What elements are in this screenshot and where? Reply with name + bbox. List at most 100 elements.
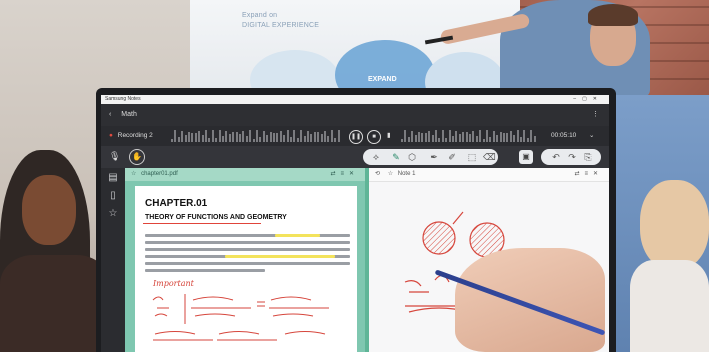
stop-button[interactable]: ■ xyxy=(367,130,381,144)
handwritten-note: Important xyxy=(153,279,194,288)
star-icon[interactable]: ☆ xyxy=(107,208,119,220)
highlighter-icon[interactable]: ✐ xyxy=(447,152,457,162)
pages-icon[interactable]: ▯ xyxy=(107,190,119,202)
pen-icon[interactable]: ✒ xyxy=(429,152,439,162)
section-heading: THEORY OF FUNCTIONS AND GEOMETRY xyxy=(145,214,287,221)
waveform-bar xyxy=(424,133,427,142)
waveform-bar xyxy=(181,130,184,142)
window-title: Samsung Notes xyxy=(105,96,141,102)
shape-icon[interactable]: ⬡ xyxy=(407,152,417,162)
highlight-mark xyxy=(225,255,335,258)
waveform-bar xyxy=(435,130,437,142)
eraser-icon[interactable]: ⌫ xyxy=(483,152,496,162)
waveform-bar xyxy=(330,130,333,142)
waveform-bar xyxy=(184,134,187,142)
waveform-bar xyxy=(455,131,458,142)
pdf-pane-header: ☆ chapter01.pdf ⇄≡✕ xyxy=(125,168,365,181)
hand-tool-icon[interactable]: ✋ xyxy=(129,149,145,165)
waveform-bar xyxy=(431,135,434,142)
window-controls[interactable]: –▢✕ xyxy=(573,95,603,104)
document-icon[interactable]: ▤ xyxy=(107,172,119,184)
waveform-bar xyxy=(293,130,296,142)
waveform-bar xyxy=(452,135,454,142)
note-favorite-icon[interactable]: ☆ xyxy=(388,171,393,177)
pdf-pane: ☆ chapter01.pdf ⇄≡✕ CHAPTER.01 THEORY OF… xyxy=(125,168,365,352)
insert-icon[interactable]: ▣ xyxy=(519,150,533,164)
waveform-bar xyxy=(448,130,451,142)
paragraph-line xyxy=(145,262,350,265)
microphone-icon[interactable]: 🎙 xyxy=(109,151,120,162)
back-icon[interactable]: ‹ xyxy=(109,111,111,118)
pdf-file-name: chapter01.pdf xyxy=(141,171,178,177)
heading-underline xyxy=(143,223,261,224)
favorite-icon[interactable]: ☆ xyxy=(131,171,136,177)
pdf-page: CHAPTER.01 THEORY OF FUNCTIONS AND GEOME… xyxy=(135,186,357,352)
waveform-bar xyxy=(218,130,221,142)
waveform-bar xyxy=(310,134,313,142)
waveform-bar xyxy=(242,130,245,142)
presentation-screen: Expand on DIGITAL EXPERIENCE EXPAND xyxy=(190,0,520,112)
select-area-icon[interactable]: ⬚ xyxy=(467,152,477,162)
expand-label: EXPAND xyxy=(368,76,397,83)
side-rail: ▤ ▯ ☆ xyxy=(101,168,125,352)
waveform-bar xyxy=(300,130,303,142)
waveform-bar xyxy=(249,130,252,142)
waveform-bar xyxy=(235,132,238,142)
waveform-bar xyxy=(503,132,505,142)
waveform-bar xyxy=(458,133,461,142)
waveform-bar xyxy=(526,138,529,142)
waveform-bar xyxy=(177,136,180,142)
chevron-down-icon[interactable]: ⌄ xyxy=(589,126,594,146)
waveform-bar xyxy=(334,138,337,142)
paragraph-line xyxy=(145,248,350,251)
lasso-icon[interactable]: ⟡ xyxy=(371,152,381,162)
redo-icon[interactable]: ↷ xyxy=(567,152,577,162)
waveform-bar xyxy=(307,130,309,142)
more-icon[interactable]: ⋮ xyxy=(592,104,599,126)
save-icon[interactable]: ⎘ xyxy=(583,152,593,162)
selection-pen-icon[interactable]: ✎ xyxy=(391,152,401,162)
recording-bar: ● Recording 2 ❚❚ ■ ▮ 00:05:10 ⌄ xyxy=(101,126,609,146)
bookmark-icon[interactable]: ▮ xyxy=(387,126,391,146)
waveform-bar xyxy=(486,130,488,142)
waveform-bar xyxy=(283,135,286,142)
waveform-bar xyxy=(530,130,533,142)
waveform-bar xyxy=(516,130,519,142)
pane-controls[interactable]: ⇄≡✕ xyxy=(330,168,359,181)
note-pane-controls[interactable]: ⇄≡✕ xyxy=(574,168,603,181)
waveform-bar xyxy=(262,130,265,142)
undo-icon[interactable]: ↶ xyxy=(551,152,561,162)
waveform-bar xyxy=(401,139,403,142)
pause-button[interactable]: ❚❚ xyxy=(349,130,363,144)
waveform-bar xyxy=(441,130,444,142)
waveform-bar xyxy=(276,133,279,142)
waveform-bar xyxy=(462,132,465,142)
woman-right-hair xyxy=(640,180,709,270)
waveform-bar xyxy=(266,134,269,142)
highlight-mark xyxy=(275,234,320,237)
waveform-bar xyxy=(211,130,214,142)
waveform-bar xyxy=(232,132,235,142)
waveform-bar xyxy=(438,137,441,142)
waveform-bar xyxy=(188,131,190,142)
waveform-bar xyxy=(492,130,495,142)
waveform-bar xyxy=(279,131,282,142)
waveform-bar xyxy=(208,137,211,142)
waveform-bar xyxy=(428,131,431,142)
waveform-bar xyxy=(327,136,330,142)
waveform-bar xyxy=(303,136,306,142)
waveform-bar xyxy=(404,130,407,142)
history-group: ↶ ↷ ⎘ xyxy=(541,149,601,165)
waveform-bar xyxy=(201,135,204,142)
waveform-bar xyxy=(259,137,262,142)
woman-left-body xyxy=(0,255,110,352)
waveform-bar xyxy=(269,131,272,142)
waveform-bar xyxy=(174,130,177,142)
waveform-bar xyxy=(513,135,516,142)
waveform-bar xyxy=(320,133,323,142)
waveform-bar xyxy=(414,134,417,142)
waveform-bar xyxy=(472,130,475,142)
note-name: Note 1 xyxy=(397,171,416,177)
waveform-bar xyxy=(290,137,292,142)
sync-icon[interactable]: ⟲ xyxy=(375,171,380,177)
